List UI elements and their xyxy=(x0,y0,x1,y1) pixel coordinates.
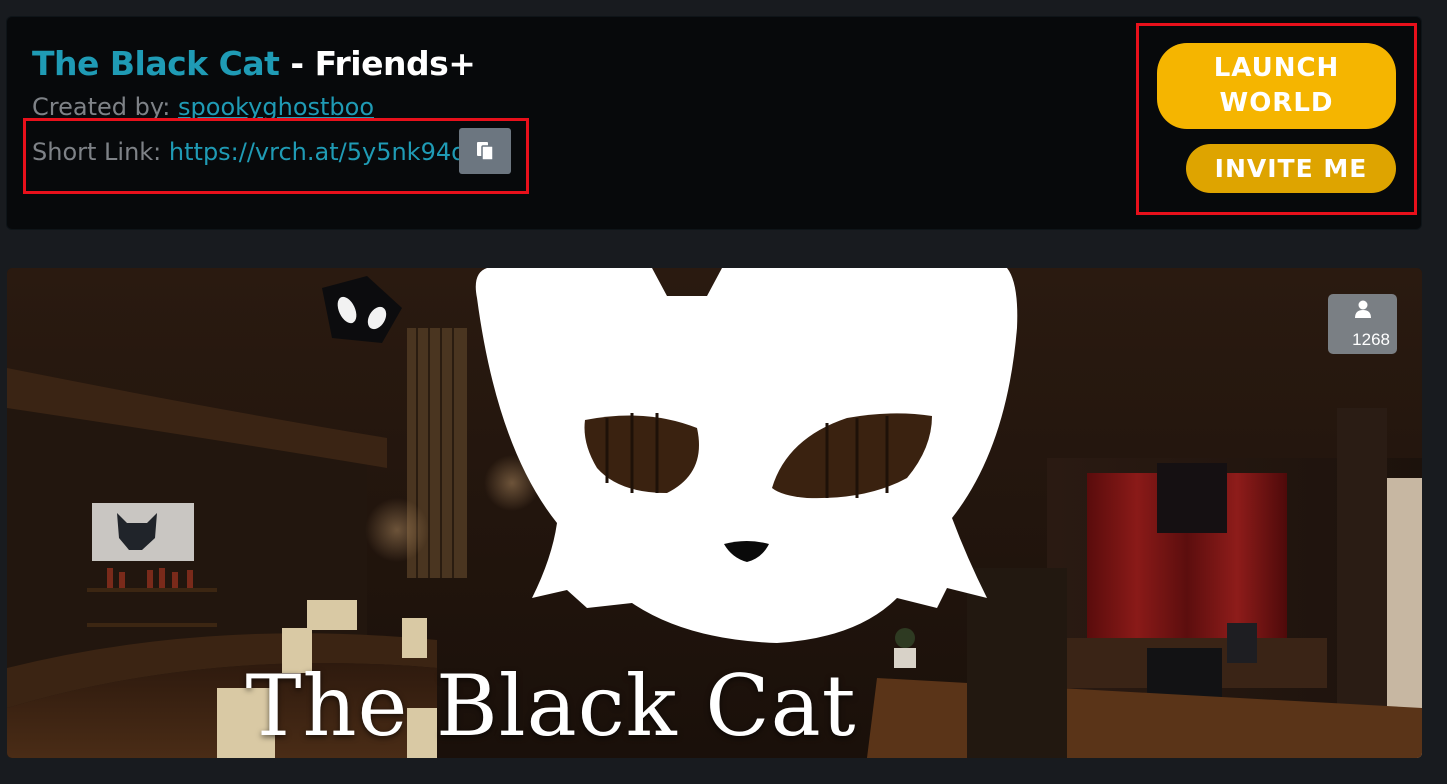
launch-world-button[interactable]: LAUNCH WORLD xyxy=(1157,43,1396,129)
title-separator: - xyxy=(279,44,315,83)
invite-me-button[interactable]: INVITE ME xyxy=(1186,144,1396,193)
world-title: The Black Cat - Friends+ xyxy=(32,43,476,85)
copy-icon xyxy=(477,142,494,161)
world-name: The Black Cat xyxy=(32,44,280,83)
created-by: Created by: spookyghostboo xyxy=(32,91,374,123)
copy-link-button[interactable] xyxy=(459,128,511,174)
occupancy-badge: 1268 xyxy=(1328,294,1397,354)
launch-world-label: LAUNCH WORLD xyxy=(1213,53,1340,118)
author-link[interactable]: spookyghostboo xyxy=(178,93,374,121)
short-link-url[interactable]: https://vrch.at/5y5nk94d xyxy=(169,138,466,166)
occupancy-count: 1268 xyxy=(1352,330,1390,349)
world-banner-text: The Black Cat xyxy=(245,657,857,755)
short-link-label: Short Link: xyxy=(32,138,169,166)
world-page: The Black Cat - Friends+ Created by: spo… xyxy=(0,0,1447,784)
short-link-row: Short Link: https://vrch.at/5y5nk94d xyxy=(32,136,466,168)
world-info-card: The Black Cat - Friends+ Created by: spo… xyxy=(7,17,1421,229)
created-by-label: Created by: xyxy=(32,93,179,121)
world-visibility: Friends+ xyxy=(314,44,476,83)
person-icon xyxy=(1355,300,1371,318)
world-thumbnail: The Black Cat 1268 xyxy=(7,268,1422,758)
